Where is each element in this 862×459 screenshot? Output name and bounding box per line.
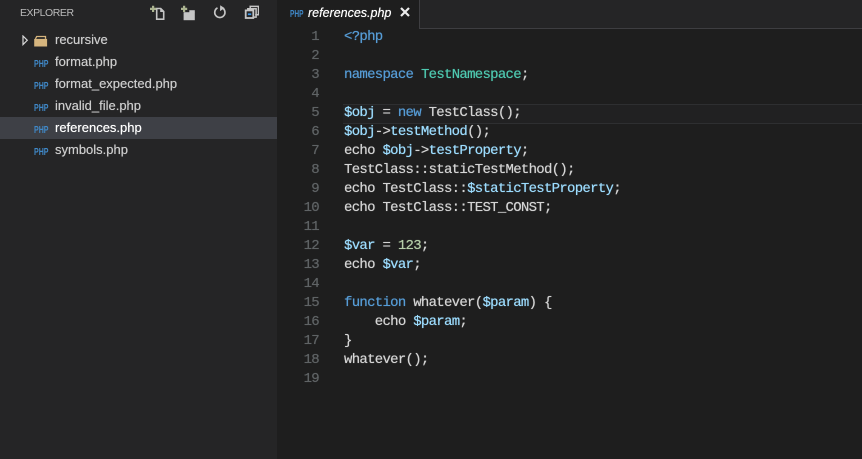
svg-text:PHP: PHP — [290, 9, 304, 18]
svg-text:PHP: PHP — [34, 81, 49, 90]
svg-text:PHP: PHP — [34, 125, 49, 134]
svg-text:PHP: PHP — [34, 59, 49, 68]
svg-text:PHP: PHP — [34, 103, 49, 112]
svg-text:PHP: PHP — [34, 147, 49, 156]
